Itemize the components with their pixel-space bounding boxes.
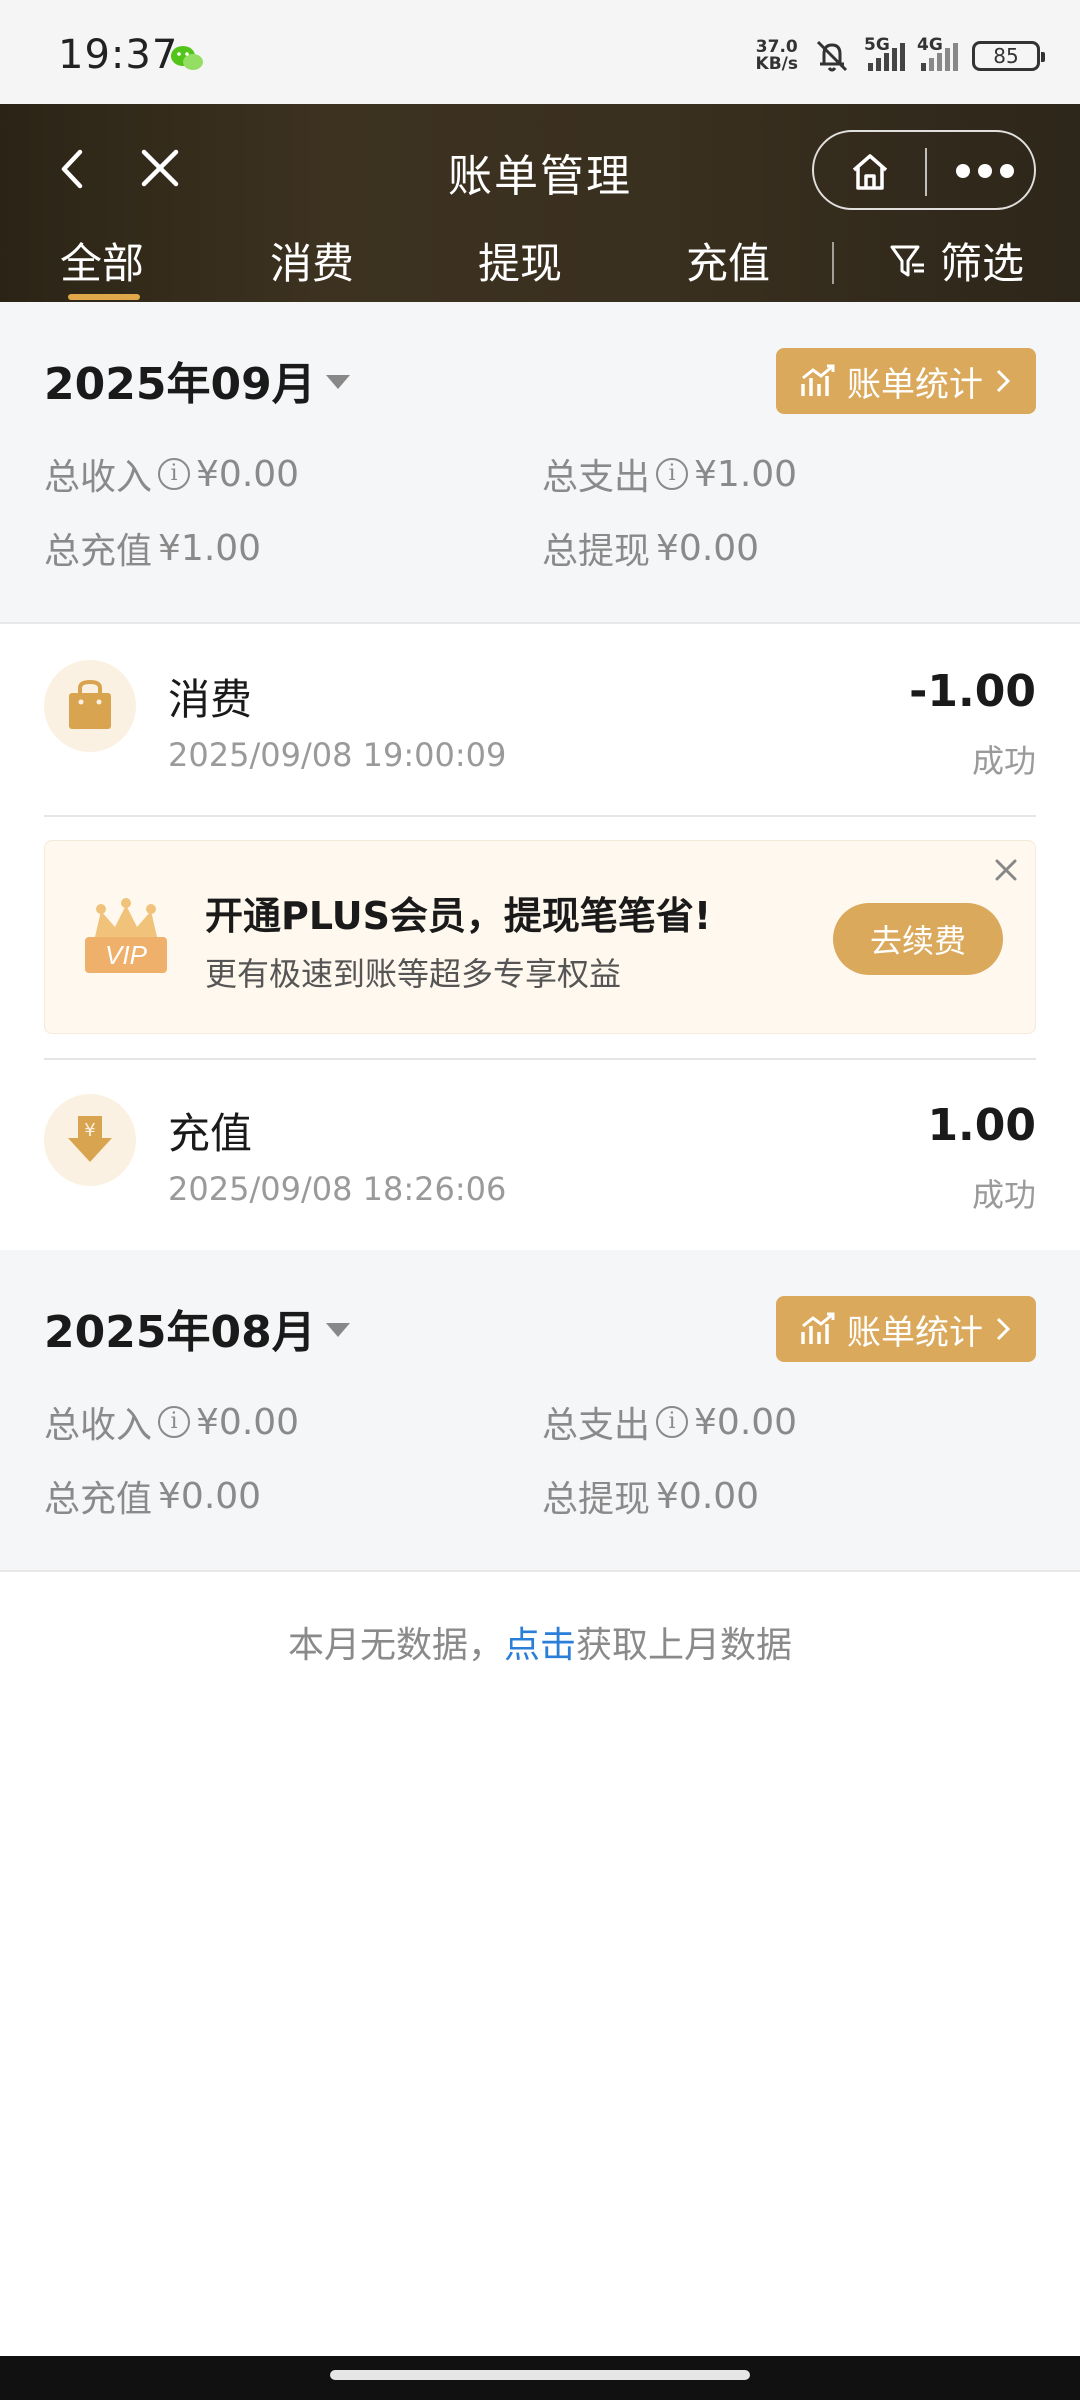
transaction-row[interactable]: ¥ 充值 2025/09/08 18:26:06 1.00 成功: [0, 1060, 1080, 1250]
network-speed: 37.0 KB/s: [755, 37, 798, 74]
empty-month-message: 本月无数据，点击获取上月数据: [287, 1625, 793, 1666]
status-indicators: 37.0 KB/s 5G 4G 85: [755, 34, 1045, 78]
signal-5g-icon: 5G: [864, 35, 905, 71]
month-selector[interactable]: 2025年09月: [44, 348, 350, 412]
info-icon[interactable]: i: [656, 1406, 689, 1438]
month-summary-2025-08: 2025年08月 账单统计 总收入 i ¥0.00 总支出 i ¥0.00 总充…: [0, 1250, 1080, 1572]
tab-bar: 全部 消费 提现 充值 筛选: [0, 224, 1080, 302]
info-icon[interactable]: i: [158, 1406, 191, 1438]
bill-stats-button[interactable]: 账单统计: [776, 1296, 1036, 1362]
total-income: 总收入 i ¥0.00: [44, 453, 300, 499]
tab-all[interactable]: 全部: [60, 230, 144, 291]
total-expense: 总支出 i ¥0.00: [542, 1401, 798, 1447]
tab-consumption[interactable]: 消费: [270, 230, 354, 291]
filter-icon: [890, 245, 924, 276]
wechat-notification-icon: [171, 46, 203, 70]
transaction-time: 2025/09/08 18:26:06: [168, 1170, 507, 1208]
bill-stats-button[interactable]: 账单统计: [776, 348, 1036, 414]
trend-chart-icon: [801, 364, 835, 396]
month-title: 2025年09月: [44, 359, 316, 410]
chevron-right-icon: [996, 369, 1011, 393]
tab-divider: [832, 242, 834, 284]
shopping-bag-icon: [44, 660, 136, 752]
svg-text:¥: ¥: [84, 1120, 95, 1141]
dropdown-triangle-icon: [325, 375, 350, 389]
chevron-right-icon: [996, 1317, 1011, 1341]
promo-subtitle: 更有极速到账等超多专享权益: [205, 955, 622, 993]
transaction-amount: -1.00: [909, 666, 1036, 717]
system-nav-bar: [0, 2356, 1080, 2400]
tab-withdraw[interactable]: 提现: [478, 230, 562, 291]
status-time: 19:37: [58, 32, 179, 78]
tab-recharge[interactable]: 充值: [686, 230, 770, 291]
load-previous-month-link[interactable]: 点击: [504, 1625, 576, 1666]
capsule-divider: [925, 148, 927, 196]
svg-text:VIP: VIP: [105, 940, 148, 970]
month-summary-2025-09: 2025年09月 账单统计 总收入 i ¥0.00 总支出 i ¥1.00 总充…: [0, 302, 1080, 624]
bill-stats-label: 账单统计: [847, 364, 983, 405]
close-icon[interactable]: [991, 855, 1021, 885]
transaction-time: 2025/09/08 19:00:09: [168, 736, 507, 774]
transaction-title: 充值: [168, 1109, 253, 1158]
dropdown-triangle-icon: [325, 1323, 350, 1337]
transaction-status: 成功: [971, 1176, 1036, 1214]
more-icon[interactable]: [956, 164, 1014, 178]
renew-button[interactable]: 去续费: [833, 903, 1003, 975]
trend-chart-icon: [801, 1312, 835, 1344]
total-recharge: 总充值 ¥0.00: [44, 1475, 262, 1521]
miniprogram-capsule: [812, 130, 1036, 210]
total-income: 总收入 i ¥0.00: [44, 1401, 300, 1447]
total-withdraw: 总提现 ¥0.00: [542, 527, 760, 573]
transaction-amount: 1.00: [927, 1100, 1036, 1151]
transaction-title: 消费: [168, 675, 253, 724]
status-bar: 19:37 37.0 KB/s 5G 4G 85: [0, 0, 1080, 104]
mute-bell-icon: [816, 40, 848, 72]
signal-4g-icon: 4G: [917, 35, 958, 71]
active-tab-indicator: [68, 294, 140, 300]
filter-button[interactable]: 筛选: [888, 230, 1024, 291]
promo-title: 开通PLUS会员，提现笔笔省!: [205, 894, 712, 938]
info-icon[interactable]: i: [158, 458, 191, 490]
battery-icon: 85: [972, 41, 1045, 71]
app-header: 账单管理 全部 消费 提现 充值 筛选: [0, 104, 1080, 302]
month-selector[interactable]: 2025年08月: [44, 1296, 350, 1360]
plus-membership-banner[interactable]: VIP 开通PLUS会员，提现笔笔省! 更有极速到账等超多专享权益 去续费: [44, 840, 1036, 1034]
home-icon[interactable]: [848, 150, 892, 194]
transaction-row[interactable]: 消费 2025/09/08 19:00:09 -1.00 成功: [0, 626, 1080, 816]
home-gesture-handle[interactable]: [330, 2370, 750, 2380]
row-divider: [44, 815, 1036, 817]
month-title: 2025年08月: [44, 1307, 316, 1358]
total-expense: 总支出 i ¥1.00: [542, 453, 798, 499]
vip-crown-icon: VIP: [85, 898, 167, 973]
recharge-yen-icon: ¥: [44, 1094, 136, 1186]
total-withdraw: 总提现 ¥0.00: [542, 1475, 760, 1521]
filter-label: 筛选: [940, 239, 1025, 288]
bill-stats-label: 账单统计: [847, 1312, 983, 1353]
total-recharge: 总充值 ¥1.00: [44, 527, 262, 573]
info-icon[interactable]: i: [656, 458, 689, 490]
transaction-status: 成功: [971, 742, 1036, 780]
